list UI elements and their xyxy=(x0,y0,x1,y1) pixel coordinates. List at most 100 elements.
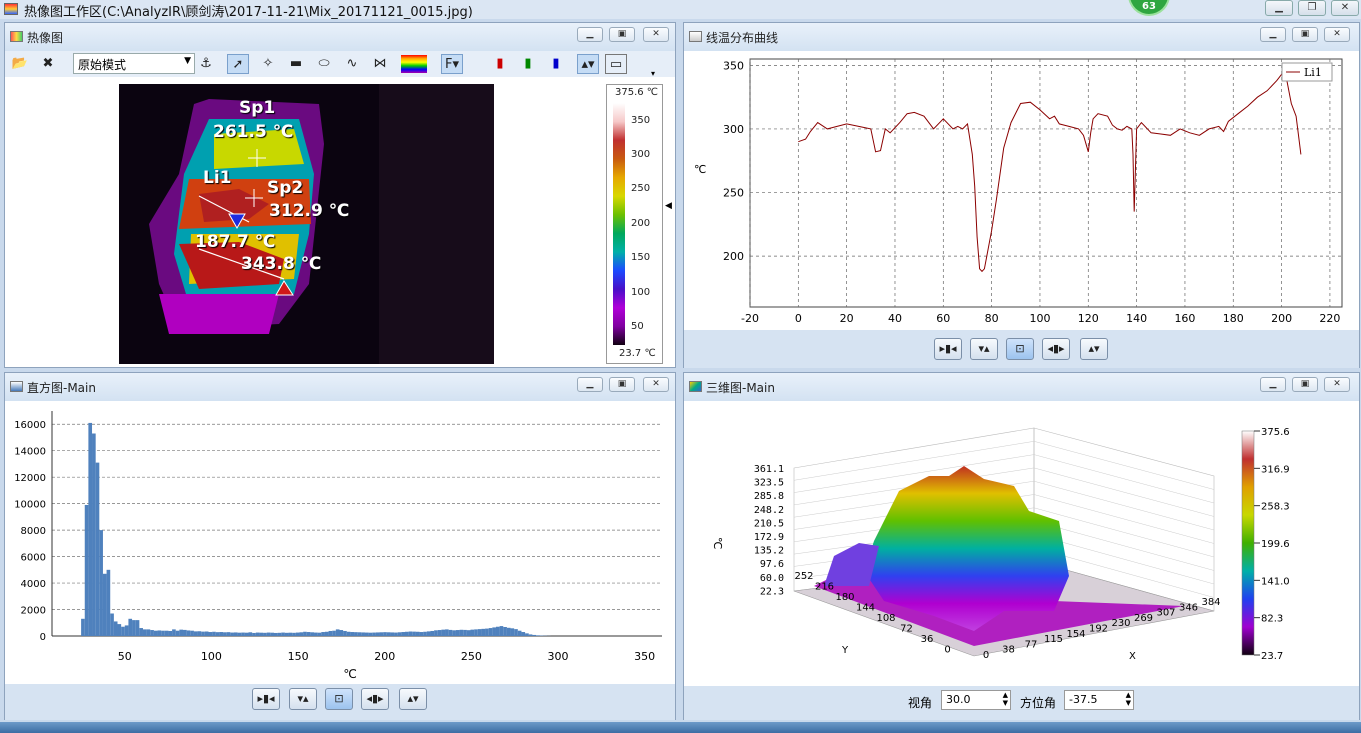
histogram-bar xyxy=(237,632,242,636)
x-tick-label: 200 xyxy=(1271,312,1292,325)
histogram-bar xyxy=(506,627,511,636)
surface-3d-footer: 视角 30.0 ▲ ▼ 方位角 -37.5 ▲ ▼ xyxy=(684,686,1359,720)
surface-close-button[interactable]: ✕ xyxy=(1324,377,1350,392)
colorbar-tick-label: 199.6 xyxy=(1261,539,1290,550)
surface-3d-panel: 三维图-Main ▁ ▣ ✕ 361.1 323.5 285.8 248.2 210.5… xyxy=(683,372,1360,720)
z-tick-label: 135.2 xyxy=(754,546,784,557)
histogram-bar xyxy=(383,632,387,636)
x-tick-label: 80 xyxy=(985,312,999,325)
spot-tool-icon[interactable]: ✧ xyxy=(257,54,279,74)
fit-all-button[interactable]: ⊡ xyxy=(1006,338,1034,360)
surface-3d-title: 三维图-Main xyxy=(706,381,775,395)
elevation-spinner[interactable]: 30.0 ▲ ▼ xyxy=(941,690,1011,710)
histogram-bar xyxy=(146,629,151,636)
z-tick-label: 285.8 xyxy=(754,491,784,502)
histogram-bar xyxy=(499,626,504,636)
histogram-bar xyxy=(357,632,362,636)
close-window-button[interactable]: ✕ xyxy=(1331,0,1359,16)
line-profile-minimize-button[interactable]: ▁ xyxy=(1260,27,1286,42)
histogram-bar xyxy=(193,631,198,636)
anchor-icon[interactable]: ⚓ xyxy=(195,54,217,74)
line-profile-restore-button[interactable]: ▣ xyxy=(1292,27,1318,42)
minmax-marker-icon[interactable]: ▴▾ xyxy=(577,54,599,74)
notification-badge[interactable]: 63 xyxy=(1128,0,1170,16)
zoom-vertical-button[interactable]: ▴▾ xyxy=(1080,338,1108,360)
open-folder-icon[interactable]: 📂 xyxy=(9,54,31,74)
histogram-bar xyxy=(273,632,278,636)
legend: Li1 xyxy=(1281,62,1333,82)
y-tick-label: 6000 xyxy=(21,553,46,564)
histogram-bar xyxy=(255,632,260,636)
histogram-bar xyxy=(321,632,325,636)
blue-marker-icon[interactable]: ▮ xyxy=(545,54,567,74)
surface-restore-button[interactable]: ▣ xyxy=(1292,377,1318,392)
mode-select[interactable]: 原始模式 ▼ xyxy=(73,53,195,74)
x-tick-label: 384 xyxy=(1201,597,1220,608)
x-tick-label: 20 xyxy=(840,312,854,325)
histogram-bar xyxy=(179,629,184,636)
histogram-bar xyxy=(346,631,351,636)
image-view-icon[interactable]: ▭ xyxy=(605,54,627,74)
palette-icon[interactable] xyxy=(401,55,427,73)
histogram-bar xyxy=(241,632,245,636)
red-marker-icon[interactable]: ▮ xyxy=(489,54,511,74)
thermal-image[interactable]: Sp1 261.5 ℃ Li1 Sp2 312.9 ℃ 187.7 ℃ 343.… xyxy=(119,84,494,364)
ellipse-tool-icon[interactable]: ⬭ xyxy=(313,54,335,74)
y-tick-label: 144 xyxy=(856,603,875,614)
scale-tick-label: 200 xyxy=(631,217,651,229)
histogram-restore-button[interactable]: ▣ xyxy=(609,377,635,392)
histogram-minimize-button[interactable]: ▁ xyxy=(577,377,603,392)
hist-zoom-vertical-button[interactable]: ▴▾ xyxy=(399,688,427,710)
histogram-bar xyxy=(412,631,416,636)
zoom-horizontal-button[interactable]: ◂▮▸ xyxy=(1042,338,1070,360)
histogram-bar xyxy=(459,629,464,636)
polyline-tool-icon[interactable]: ⋈ xyxy=(369,54,391,74)
fit-vertical-button[interactable]: ▾▴ xyxy=(970,338,998,360)
hist-fit-vertical-button[interactable]: ▾▴ xyxy=(289,688,317,710)
histogram-bar xyxy=(364,632,369,636)
histogram-panel: 直方图-Main ▁ ▣ ✕ 0 2000 4000 6000 8000 10000 120… xyxy=(4,372,676,720)
x-tick-label: 140 xyxy=(1126,312,1147,325)
histogram-bar xyxy=(81,618,85,636)
z-tick-label: 60.0 xyxy=(760,573,784,584)
collapse-arrow-icon[interactable]: ◀ xyxy=(665,201,672,211)
thermal-restore-button[interactable]: ▣ xyxy=(609,27,635,42)
histogram-close-button[interactable]: ✕ xyxy=(643,377,669,392)
line-tool-icon[interactable]: ∿ xyxy=(341,54,363,74)
excel-export-icon[interactable]: ✖ xyxy=(37,54,59,74)
histogram-bar xyxy=(455,630,460,636)
thermal-close-button[interactable]: ✕ xyxy=(643,27,669,42)
z-tick-label: 97.6 xyxy=(760,559,784,570)
y-tick-label: 12000 xyxy=(14,473,46,484)
histogram-bar xyxy=(390,632,395,636)
histogram-bar xyxy=(474,629,478,636)
hist-fit-horizontal-button[interactable]: ▸▮◂ xyxy=(252,688,280,710)
surface-3d-chart[interactable]: 361.1 323.5 285.8 248.2 210.5 172.9 135.2 97.6 6… xyxy=(684,401,1359,686)
hist-fit-all-button[interactable]: ⊡ xyxy=(325,688,353,710)
line-profile-close-button[interactable]: ✕ xyxy=(1324,27,1350,42)
histogram-chart[interactable]: 0 2000 4000 6000 8000 10000 12000 14000 16000 50 1… xyxy=(5,401,675,684)
minimize-window-button[interactable]: ▁ xyxy=(1265,0,1293,16)
histogram-bar xyxy=(102,573,107,636)
scale-gradient xyxy=(613,103,625,345)
x-axis-label: ℃ xyxy=(343,667,356,681)
rectangle-tool-icon[interactable]: ▬ xyxy=(285,54,307,74)
surface-minimize-button[interactable]: ▁ xyxy=(1260,377,1286,392)
toolbar-overflow-icon[interactable]: ▾ xyxy=(651,69,655,78)
azimuth-value: -37.5 xyxy=(1069,693,1098,706)
hist-zoom-horizontal-button[interactable]: ◂▮▸ xyxy=(361,688,389,710)
histogram-bar xyxy=(281,632,285,636)
restore-window-button[interactable]: ❐ xyxy=(1298,0,1326,16)
histogram-bar xyxy=(295,632,300,636)
elevation-label: 视角 xyxy=(908,696,933,710)
histogram-bar xyxy=(292,632,296,636)
azimuth-spinner[interactable]: -37.5 ▲ ▼ xyxy=(1064,690,1134,710)
pointer-tool-icon[interactable]: ➚ xyxy=(227,54,249,74)
fusion-icon[interactable]: F▾ xyxy=(441,54,463,74)
app-title: 热像图工作区(C:\AnalyzIR\顾剑涛\2017-11-21\Mix_20… xyxy=(24,5,473,20)
fit-horizontal-button[interactable]: ▸▮◂ xyxy=(934,338,962,360)
z-axis-label: ℃ xyxy=(711,537,724,549)
line-profile-chart[interactable]: 350 300 250 200 -20 0 20 40 60 80 100 120 140 160 180 2… xyxy=(684,51,1359,356)
thermal-minimize-button[interactable]: ▁ xyxy=(577,27,603,42)
green-marker-icon[interactable]: ▮ xyxy=(517,54,539,74)
